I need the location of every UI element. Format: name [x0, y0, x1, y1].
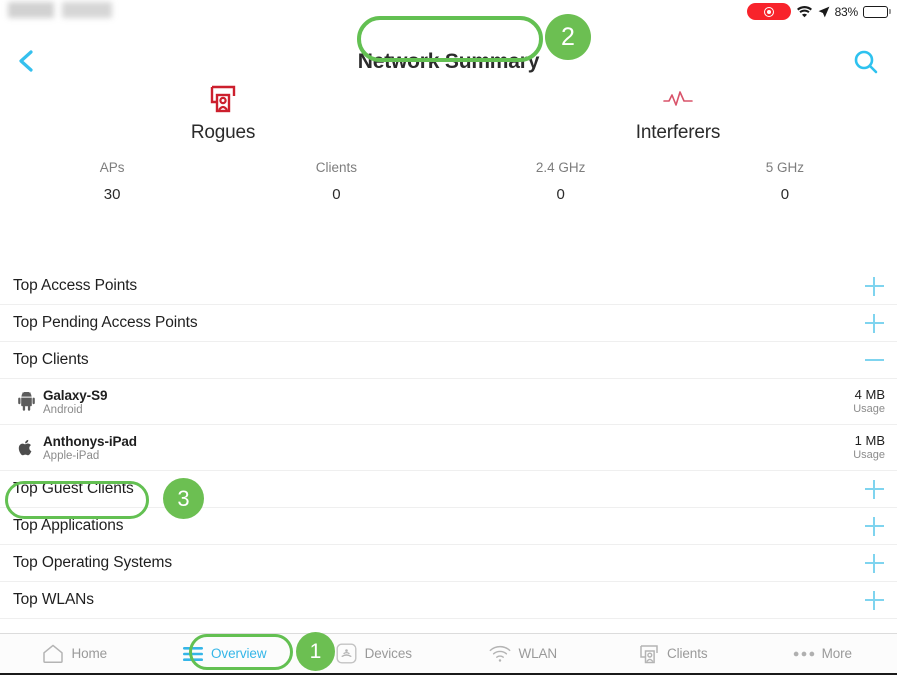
card-rogues[interactable]: Rogues: [113, 82, 333, 144]
tab-clients[interactable]: Clients: [598, 643, 748, 665]
list-row-top-guest-clients[interactable]: Top Guest Clients: [0, 471, 897, 508]
wifi-icon: [796, 5, 813, 18]
stat-label: 2.4 GHz: [535, 160, 586, 175]
stat-value: 0: [332, 186, 341, 203]
stat-label: 5 GHz: [765, 160, 804, 175]
plus-icon[interactable]: [861, 587, 887, 613]
clients-icon: [638, 643, 660, 665]
tab-label: Overview: [211, 646, 267, 661]
android-icon: [13, 392, 39, 411]
list-row-top-pending-access-points[interactable]: Top Pending Access Points: [0, 305, 897, 342]
card-interferers[interactable]: Interferers: [568, 82, 788, 144]
devices-icon: [336, 643, 358, 665]
minus-icon[interactable]: [861, 347, 887, 373]
row-label: Top Pending Access Points: [13, 314, 198, 331]
list-row-top-clients[interactable]: Top Clients: [0, 342, 897, 379]
card-label: Rogues: [190, 122, 256, 143]
bottom-tab-bar: Home Overview Devices WLAN Clients More: [0, 633, 897, 675]
client-os: Android: [43, 403, 83, 416]
stat-5ghz: 5 GHz 0: [673, 160, 897, 203]
more-dots-icon: [793, 643, 815, 665]
row-label: Top WLANs: [13, 591, 94, 608]
row-label: Top Clients: [13, 351, 89, 368]
client-list-item[interactable]: Anthonys-iPad Apple-iPad 1 MB Usage: [0, 425, 897, 471]
stat-value: 0: [780, 186, 790, 203]
usage-value: 1 MB: [854, 433, 885, 448]
card-label: Interferers: [635, 122, 721, 143]
apple-icon: [13, 438, 39, 457]
tab-devices[interactable]: Devices: [299, 643, 449, 665]
interference-waveform-icon: [568, 82, 788, 116]
home-icon: [42, 643, 64, 665]
tab-home[interactable]: Home: [0, 643, 150, 665]
usage-caption: Usage: [853, 449, 885, 461]
client-name: Galaxy-S9: [43, 387, 108, 403]
tab-overview[interactable]: Overview: [150, 643, 300, 665]
carrier-label-redacted: [8, 2, 116, 18]
page-title: Network Summary: [357, 50, 540, 73]
tab-label: More: [821, 646, 852, 661]
row-label: Top Access Points: [13, 277, 138, 294]
hamburger-menu-icon: [182, 643, 204, 665]
plus-icon[interactable]: [861, 550, 887, 576]
record-indicator-icon: [746, 3, 791, 20]
plus-icon[interactable]: [861, 310, 887, 336]
tab-more[interactable]: More: [748, 643, 897, 665]
client-usage: 1 MB Usage: [853, 433, 885, 461]
app-root: 83% Network Summary Rogues Interferers A…: [0, 0, 897, 675]
stat-aps: APs 30: [0, 160, 224, 203]
usage-value: 4 MB: [854, 387, 885, 402]
usage-caption: Usage: [853, 403, 885, 415]
wifi-icon: [489, 643, 511, 665]
list-row-top-wlans[interactable]: Top WLANs: [0, 582, 897, 619]
search-icon[interactable]: [851, 47, 881, 77]
row-label: Top Applications: [13, 517, 124, 534]
rogue-device-icon: [113, 82, 333, 116]
battery-icon: [863, 5, 891, 18]
status-bar-right: 83%: [746, 3, 891, 20]
tab-wlan[interactable]: WLAN: [449, 643, 599, 665]
status-bar: 83%: [0, 0, 897, 24]
stat-value: 0: [556, 186, 565, 203]
row-label: Top Guest Clients: [13, 480, 134, 497]
plus-icon[interactable]: [861, 273, 887, 299]
client-name: Anthonys-iPad: [43, 433, 137, 449]
tab-label: Clients: [666, 646, 708, 661]
stat-value: 30: [103, 186, 121, 203]
stat-24ghz: 2.4 GHz 0: [449, 160, 673, 203]
location-arrow-icon: [818, 6, 830, 18]
plus-icon[interactable]: [861, 476, 887, 502]
tab-label: WLAN: [518, 646, 558, 661]
plus-icon[interactable]: [861, 513, 887, 539]
battery-percent-label: 83%: [834, 4, 859, 19]
client-os: Apple-iPad: [43, 449, 100, 462]
stat-clients: Clients 0: [224, 160, 448, 203]
list-row-top-access-points[interactable]: Top Access Points: [0, 268, 897, 305]
summary-cards: Rogues Interferers: [0, 82, 897, 154]
stats-row: APs 30 Clients 0 2.4 GHz 0 5 GHz 0: [0, 160, 897, 203]
list-row-top-applications[interactable]: Top Applications: [0, 508, 897, 545]
tab-label: Home: [71, 646, 108, 661]
stat-label: Clients: [315, 160, 357, 175]
tab-label: Devices: [364, 646, 412, 661]
stat-label: APs: [99, 160, 125, 175]
row-label: Top Operating Systems: [13, 554, 173, 571]
summary-list: Top Access Points Top Pending Access Poi…: [0, 268, 897, 619]
client-list-item[interactable]: Galaxy-S9 Android 4 MB Usage: [0, 379, 897, 425]
navigation-bar: Network Summary: [0, 24, 897, 74]
client-usage: 4 MB Usage: [853, 387, 885, 415]
list-row-top-operating-systems[interactable]: Top Operating Systems: [0, 545, 897, 582]
